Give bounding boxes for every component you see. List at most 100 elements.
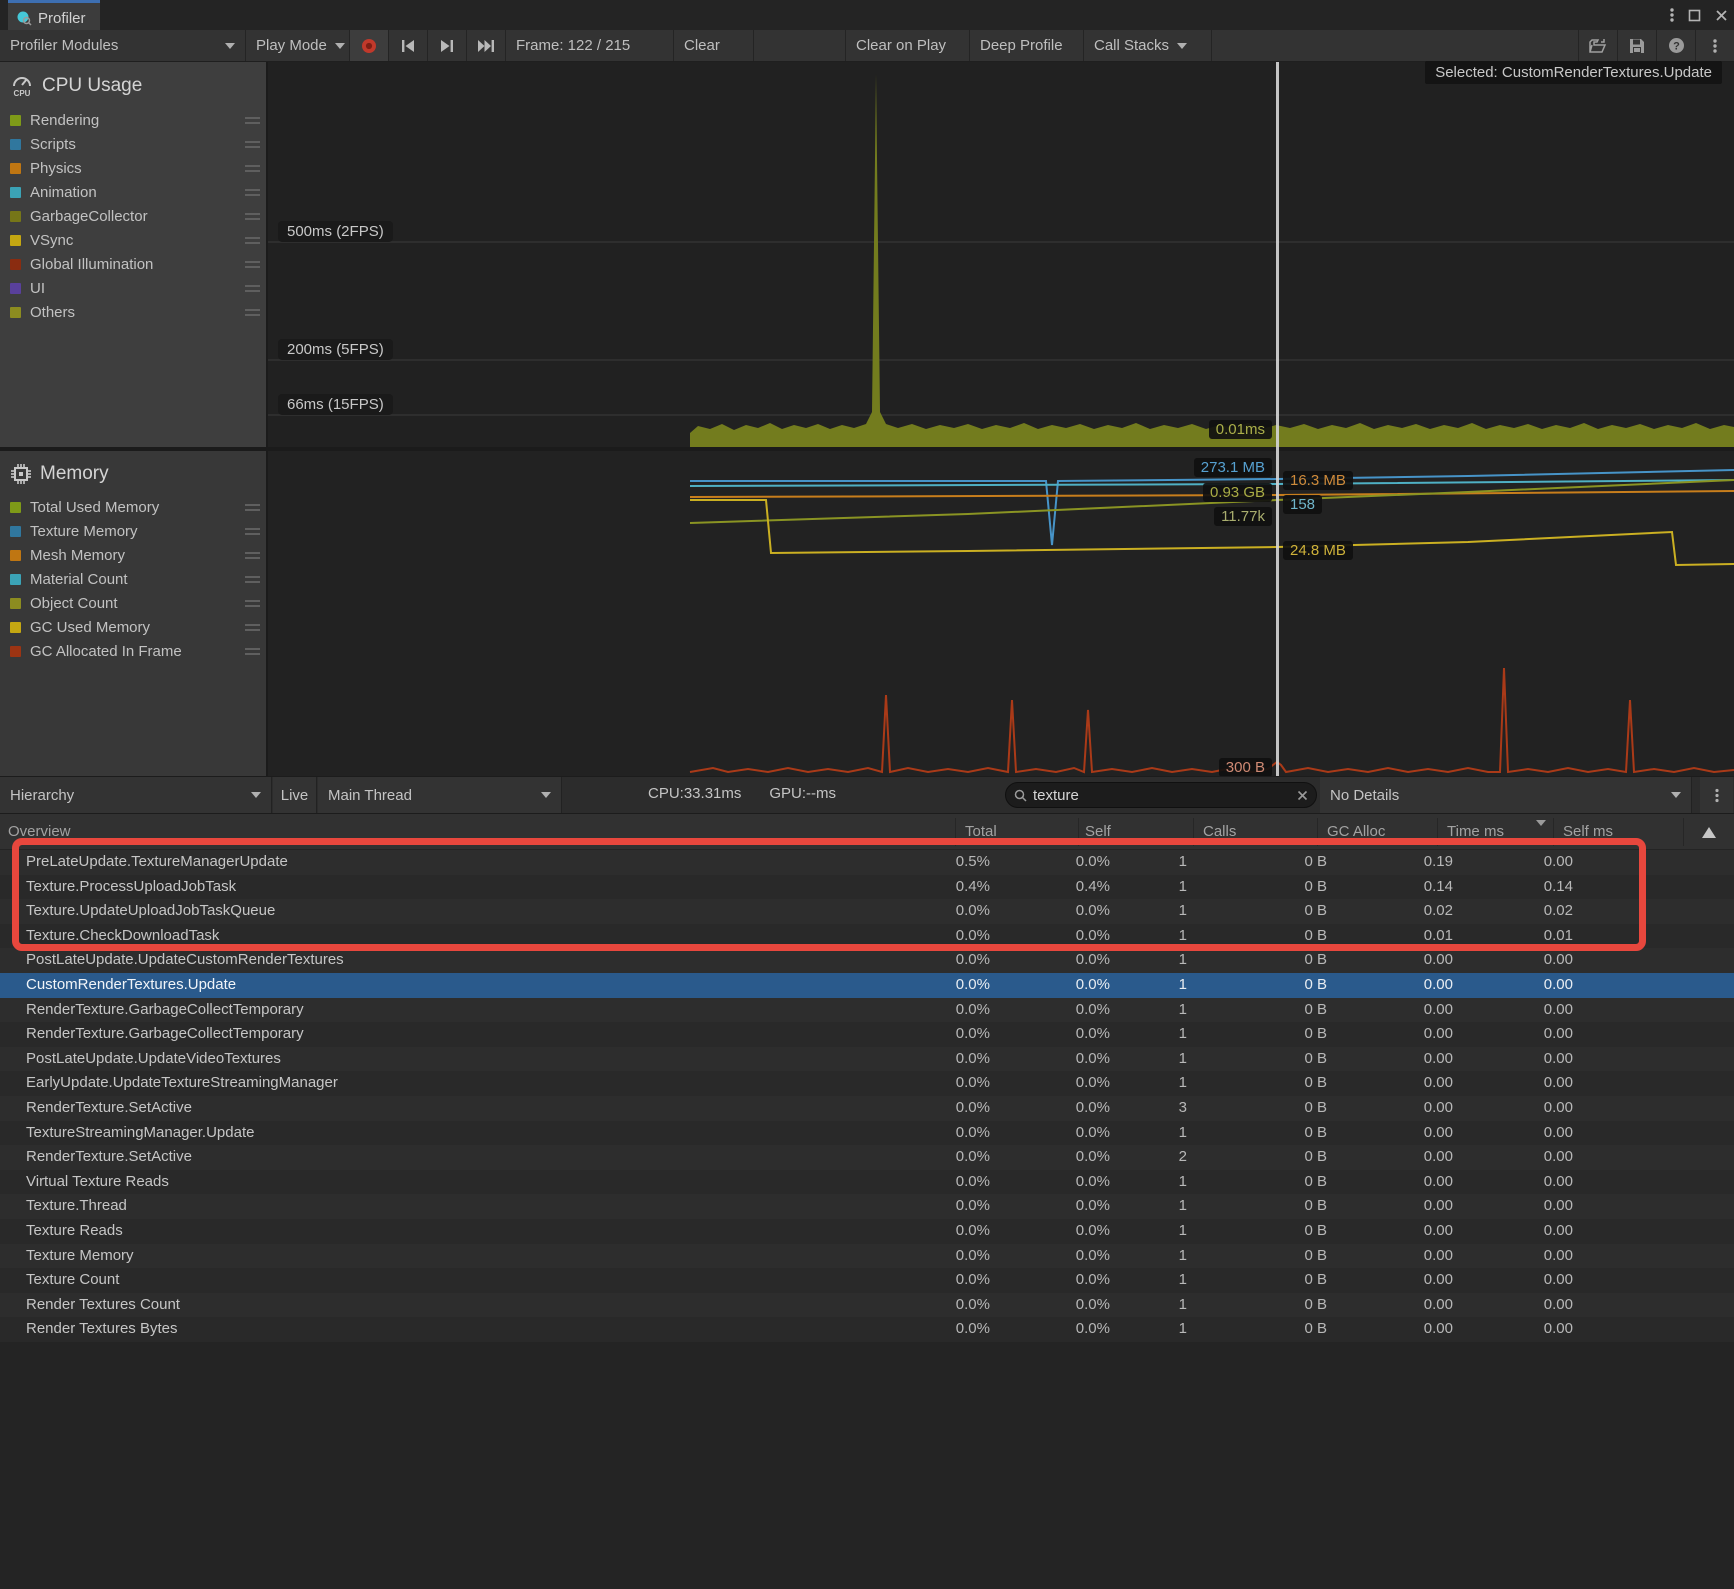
close-icon[interactable] [1715, 9, 1728, 22]
last-frame-button[interactable] [467, 30, 506, 61]
call-stacks-dropdown[interactable]: Call Stacks [1084, 30, 1212, 61]
next-frame-button[interactable] [428, 30, 467, 61]
legend-item-physics[interactable]: Physics [10, 156, 268, 180]
table-row[interactable]: Texture Reads0.0%0.0%10 B0.000.00 [0, 1219, 1734, 1244]
memory-module-header[interactable]: Memory [10, 463, 268, 485]
expand-pane-button[interactable] [1694, 820, 1724, 844]
drag-handle-icon[interactable] [245, 213, 260, 223]
legend-item-object-count[interactable]: Object Count [10, 591, 268, 615]
clear-search-icon[interactable] [1297, 790, 1308, 801]
maximize-icon[interactable] [1688, 9, 1701, 22]
drag-handle-icon[interactable] [245, 528, 260, 538]
column-header-total[interactable]: Total [965, 823, 997, 840]
table-row[interactable]: Texture Count0.0%0.0%10 B0.000.00 [0, 1268, 1734, 1293]
first-frame-button[interactable] [389, 30, 428, 61]
column-header-gc-alloc[interactable]: GC Alloc [1327, 823, 1385, 840]
cell-total: 0.0% [956, 1121, 990, 1146]
memory-chart[interactable] [268, 451, 1734, 776]
legend-item-global-illumination[interactable]: Global Illumination [10, 252, 268, 276]
drag-handle-icon[interactable] [245, 552, 260, 562]
details-menu-button[interactable] [1700, 777, 1733, 813]
table-row[interactable]: Texture Memory0.0%0.0%10 B0.000.00 [0, 1244, 1734, 1269]
drag-handle-icon[interactable] [245, 141, 260, 151]
drag-handle-icon[interactable] [245, 648, 260, 658]
tab-title: Profiler [38, 10, 86, 27]
drag-handle-icon[interactable] [245, 237, 260, 247]
column-divider[interactable] [1683, 818, 1684, 846]
current-frame-indicator[interactable] [1276, 62, 1279, 776]
load-profile-button[interactable] [1579, 30, 1618, 61]
live-toggle[interactable]: Live [273, 777, 317, 813]
column-divider[interactable] [1078, 818, 1079, 846]
drag-handle-icon[interactable] [245, 165, 260, 175]
table-row[interactable]: PreLateUpdate.TextureManagerUpdate0.5%0.… [0, 850, 1734, 875]
column-divider[interactable] [955, 818, 956, 846]
clear-on-play-toggle[interactable]: Clear on Play [846, 30, 970, 61]
legend-item-animation[interactable]: Animation [10, 180, 268, 204]
legend-item-others[interactable]: Others [10, 300, 268, 324]
profiler-tab[interactable]: Profiler [8, 0, 100, 33]
pane-divider[interactable] [0, 447, 1734, 451]
table-row[interactable]: TextureStreamingManager.Update0.0%0.0%10… [0, 1121, 1734, 1146]
column-divider[interactable] [1437, 818, 1438, 846]
column-divider[interactable] [1553, 818, 1554, 846]
drag-handle-icon[interactable] [245, 624, 260, 634]
legend-item-texture-memory[interactable]: Texture Memory [10, 519, 268, 543]
column-header-time-ms[interactable]: Time ms [1447, 823, 1504, 840]
column-divider[interactable] [1193, 818, 1194, 846]
search-input[interactable]: texture [1005, 782, 1317, 808]
drag-handle-icon[interactable] [245, 117, 260, 127]
table-row[interactable]: PostLateUpdate.UpdateVideoTextures0.0%0.… [0, 1047, 1734, 1072]
drag-handle-icon[interactable] [245, 309, 260, 319]
toolbar-menu-button[interactable] [1696, 30, 1734, 61]
table-row[interactable]: CustomRenderTextures.Update0.0%0.0%10 B0… [0, 973, 1734, 998]
legend-item-rendering[interactable]: Rendering [10, 108, 268, 132]
record-button[interactable] [350, 30, 389, 61]
play-mode-dropdown[interactable]: Play Mode [246, 30, 350, 61]
profiler-modules-dropdown[interactable]: Profiler Modules [0, 30, 246, 61]
table-row[interactable]: Render Textures Bytes0.0%0.0%10 B0.000.0… [0, 1317, 1734, 1342]
table-row[interactable]: RenderTexture.SetActive0.0%0.0%20 B0.000… [0, 1145, 1734, 1170]
cpu-usage-chart[interactable] [268, 62, 1734, 448]
table-row[interactable]: Texture.ProcessUploadJobTask0.4%0.4%10 B… [0, 875, 1734, 900]
column-header-calls[interactable]: Calls [1203, 823, 1236, 840]
thread-dropdown[interactable]: Main Thread [318, 777, 562, 813]
window-menu-icon[interactable] [1670, 7, 1674, 23]
table-row[interactable]: RenderTexture.SetActive0.0%0.0%30 B0.000… [0, 1096, 1734, 1121]
drag-handle-icon[interactable] [245, 261, 260, 271]
column-divider[interactable] [1317, 818, 1318, 846]
legend-item-vsync[interactable]: VSync [10, 228, 268, 252]
table-row[interactable]: Render Textures Count0.0%0.0%10 B0.000.0… [0, 1293, 1734, 1318]
legend-item-garbagecollector[interactable]: GarbageCollector [10, 204, 268, 228]
details-view-dropdown[interactable]: No Details [1320, 777, 1692, 813]
column-header-self-ms[interactable]: Self ms [1563, 823, 1613, 840]
table-row[interactable]: PostLateUpdate.UpdateCustomRenderTexture… [0, 948, 1734, 973]
legend-item-mesh-memory[interactable]: Mesh Memory [10, 543, 268, 567]
cpu-module-header[interactable]: CPU CPU Usage [10, 74, 268, 98]
hierarchy-view-dropdown[interactable]: Hierarchy [0, 777, 272, 813]
column-header-self[interactable]: Self [1085, 823, 1111, 840]
legend-item-scripts[interactable]: Scripts [10, 132, 268, 156]
help-button[interactable]: ? [1657, 30, 1696, 61]
drag-handle-icon[interactable] [245, 600, 260, 610]
table-row[interactable]: Virtual Texture Reads0.0%0.0%10 B0.000.0… [0, 1170, 1734, 1195]
drag-handle-icon[interactable] [245, 285, 260, 295]
legend-item-ui[interactable]: UI [10, 276, 268, 300]
drag-handle-icon[interactable] [245, 576, 260, 586]
drag-handle-icon[interactable] [245, 189, 260, 199]
legend-item-material-count[interactable]: Material Count [10, 567, 268, 591]
table-row[interactable]: RenderTexture.GarbageCollectTemporary0.0… [0, 1022, 1734, 1047]
table-row[interactable]: EarlyUpdate.UpdateTextureStreamingManage… [0, 1071, 1734, 1096]
deep-profile-toggle[interactable]: Deep Profile [970, 30, 1084, 61]
table-row[interactable]: Texture.UpdateUploadJobTaskQueue0.0%0.0%… [0, 899, 1734, 924]
table-row[interactable]: Texture.Thread0.0%0.0%10 B0.000.00 [0, 1194, 1734, 1219]
legend-item-total-used-memory[interactable]: Total Used Memory [10, 495, 268, 519]
drag-handle-icon[interactable] [245, 504, 260, 514]
save-profile-button[interactable] [1618, 30, 1657, 61]
table-row[interactable]: RenderTexture.GarbageCollectTemporary0.0… [0, 998, 1734, 1023]
table-row[interactable]: Texture.CheckDownloadTask0.0%0.0%10 B0.0… [0, 924, 1734, 949]
legend-item-gc-allocated-in-frame[interactable]: GC Allocated In Frame [10, 639, 268, 663]
column-header-overview[interactable]: Overview [8, 823, 71, 840]
clear-button[interactable]: Clear [674, 30, 754, 61]
legend-item-gc-used-memory[interactable]: GC Used Memory [10, 615, 268, 639]
